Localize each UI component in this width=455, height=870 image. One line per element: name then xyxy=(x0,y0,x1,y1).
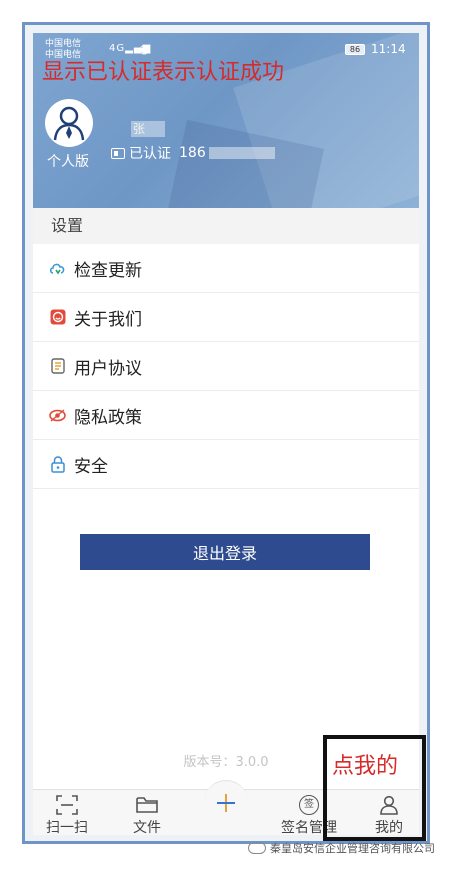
scan-icon xyxy=(37,794,97,816)
screenshot-frame: 中国电信 中国电信 4G▂▄▆ ◉ 86 11:14 个人版 张 已认证 186… xyxy=(22,22,430,844)
tab-files[interactable]: 文件 xyxy=(117,794,177,835)
menu-item-label: 关于我们 xyxy=(74,309,142,330)
verification-row: 已认证 186 xyxy=(111,143,275,163)
phone-screen: 中国电信 中国电信 4G▂▄▆ ◉ 86 11:14 个人版 张 已认证 186… xyxy=(33,33,419,835)
settings-section-title: 设置 xyxy=(33,208,419,244)
menu-item-label: 用户协议 xyxy=(74,358,142,379)
tab-scan[interactable]: 扫一扫 xyxy=(37,794,97,835)
document-icon xyxy=(49,358,66,375)
avatar[interactable] xyxy=(45,99,93,147)
menu-item-check-update[interactable]: 检查更新 xyxy=(33,244,419,293)
phone-number-mask xyxy=(208,147,275,159)
verified-status: 已认证 xyxy=(129,146,171,162)
tab-label: 文件 xyxy=(133,820,161,835)
menu-item-label: 隐私政策 xyxy=(74,407,142,428)
smile-badge-icon xyxy=(49,309,66,326)
menu-item-security[interactable]: 安全 xyxy=(33,440,419,489)
status-time: 11:14 xyxy=(371,42,406,56)
person-icon xyxy=(53,106,85,141)
plus-icon xyxy=(217,793,235,812)
phone-number: 186 xyxy=(179,145,206,161)
battery-icon: 86 xyxy=(345,44,365,55)
username: 张 xyxy=(131,121,165,137)
shield-eye-icon xyxy=(49,407,66,424)
menu-item-privacy-policy[interactable]: 隐私政策 xyxy=(33,391,419,440)
menu-item-label: 检查更新 xyxy=(74,260,142,281)
tab-label: 扫一扫 xyxy=(46,820,88,835)
annotation-verified-success: 显示已认证表示认证成功 xyxy=(42,60,285,85)
annotation-click-mine: 点我的 xyxy=(332,754,399,779)
settings-menu: 检查更新 关于我们 用户协议 隐私政策 安全 xyxy=(33,244,419,489)
cloud-refresh-icon xyxy=(49,260,66,277)
id-card-icon xyxy=(111,147,125,159)
watermark: 秦皇岛安信企业管理咨询有限公司 xyxy=(248,840,435,856)
watermark-text: 秦皇岛安信企业管理咨询有限公司 xyxy=(270,842,435,855)
menu-item-about-us[interactable]: 关于我们 xyxy=(33,293,419,342)
lock-icon xyxy=(49,455,66,473)
menu-item-label: 安全 xyxy=(74,456,108,477)
account-type-label: 个人版 xyxy=(47,154,89,170)
wechat-icon xyxy=(248,842,266,854)
logout-button[interactable]: 退出登录 xyxy=(80,534,370,570)
menu-item-user-agreement[interactable]: 用户协议 xyxy=(33,342,419,391)
add-button[interactable] xyxy=(204,780,248,824)
folder-icon xyxy=(117,794,177,816)
carrier-1: 中国电信 xyxy=(45,39,82,49)
